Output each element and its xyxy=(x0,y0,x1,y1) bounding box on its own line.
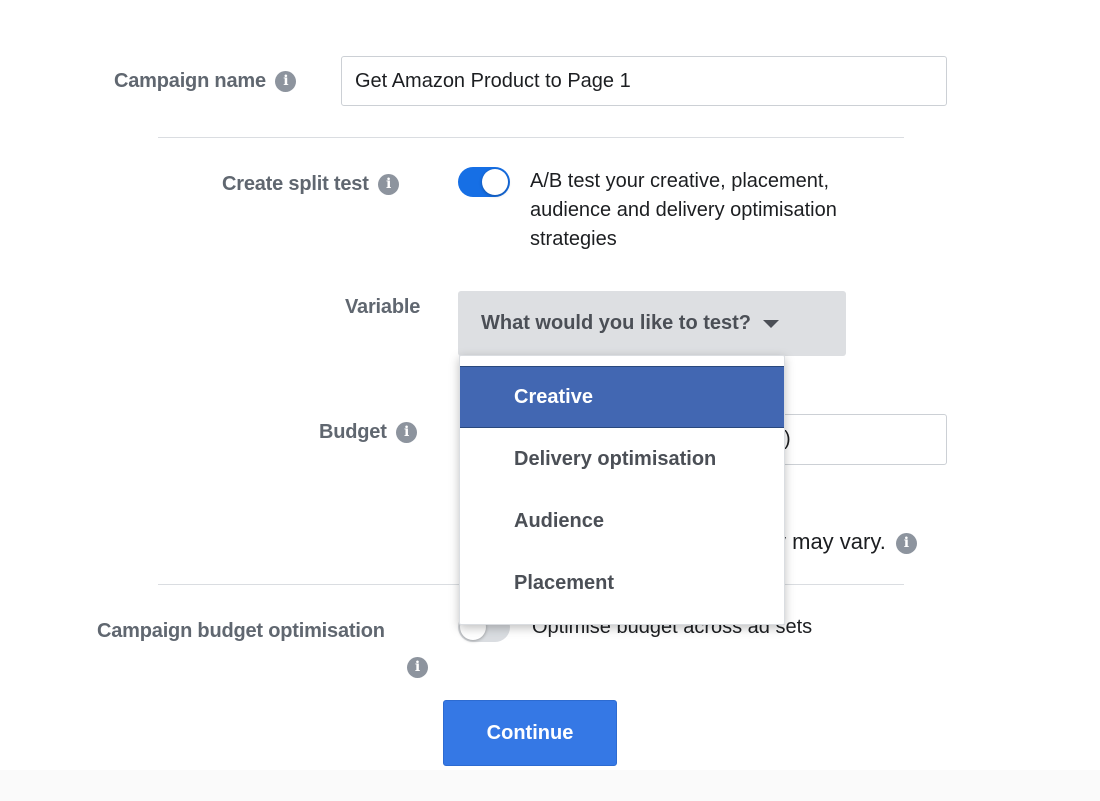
campaign-name-input[interactable]: Get Amazon Product to Page 1 xyxy=(341,56,947,106)
campaign-name-label-text: Campaign name xyxy=(114,70,266,92)
menu-item-label: Audience xyxy=(514,509,605,532)
split-test-description: A/B test your creative, placement, audie… xyxy=(530,167,837,254)
budget-note: y may vary. i xyxy=(775,527,917,556)
description-line: A/B test your creative, placement, xyxy=(530,170,830,192)
footer-band xyxy=(0,770,1100,801)
menu-item-label: Delivery optimisation xyxy=(514,447,717,470)
campaign-name-value: Get Amazon Product to Page 1 xyxy=(355,69,631,92)
split-test-label: Create split test i xyxy=(222,173,400,196)
menu-item-creative[interactable]: Creative xyxy=(460,366,784,428)
budget-label-text: Budget xyxy=(319,421,387,443)
menu-item-label: Placement xyxy=(514,571,615,594)
budget-label: Budget i xyxy=(319,421,418,444)
divider xyxy=(158,137,904,138)
menu-item-label: Creative xyxy=(514,385,593,408)
menu-item-placement[interactable]: Placement xyxy=(460,552,784,614)
caret-down-icon xyxy=(763,319,779,328)
split-test-toggle[interactable] xyxy=(458,167,510,197)
info-icon[interactable]: i xyxy=(895,532,917,554)
split-test-label-text: Create split test xyxy=(222,173,369,195)
budget-value: ) xyxy=(784,428,791,450)
description-line: audience and delivery optimisation xyxy=(530,199,837,221)
description-line: strategies xyxy=(530,228,617,250)
budget-note-text: y may vary. xyxy=(775,529,886,554)
menu-item-delivery-optimisation[interactable]: Delivery optimisation xyxy=(460,428,784,490)
variable-select[interactable]: What would you like to test? xyxy=(458,291,846,356)
variable-select-text: What would you like to test? xyxy=(481,312,751,334)
info-icon[interactable]: i xyxy=(275,71,297,93)
menu-item-audience[interactable]: Audience xyxy=(460,490,784,552)
campaign-name-label: Campaign name i xyxy=(114,70,297,93)
info-icon[interactable]: i xyxy=(407,657,428,678)
variable-menu: Creative Delivery optimisation Audience … xyxy=(459,355,785,625)
info-icon[interactable]: i xyxy=(396,422,418,444)
continue-button[interactable]: Continue xyxy=(443,700,617,766)
cbo-label: Campaign budget optimisation xyxy=(97,620,385,642)
info-icon[interactable]: i xyxy=(378,174,400,196)
toggle-knob xyxy=(482,169,508,195)
variable-label: Variable xyxy=(345,296,421,318)
